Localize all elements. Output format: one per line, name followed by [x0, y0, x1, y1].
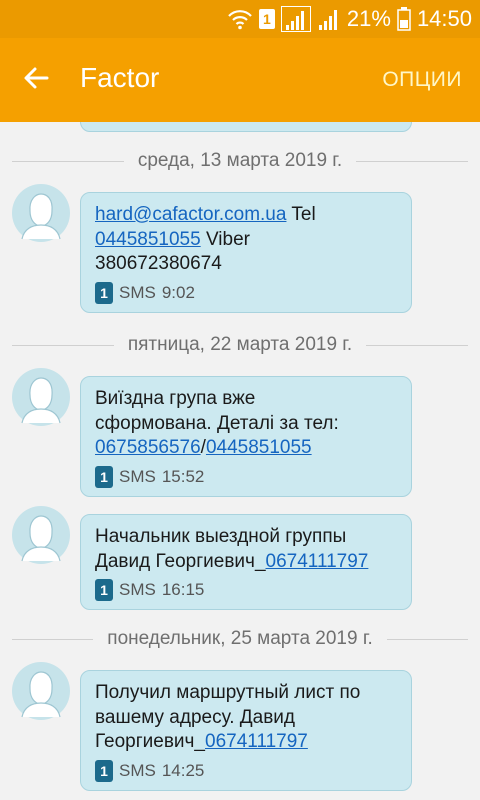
message-text: Начальник выездной группы Давид Георгиев…	[95, 525, 399, 574]
date-label: пятница, 22 марта 2019 г.	[127, 334, 353, 355]
message-text-segment: 380672380674	[95, 253, 222, 274]
signal-icon	[317, 7, 341, 31]
back-button[interactable]	[18, 62, 54, 98]
sim-icon: 1	[95, 579, 113, 601]
message-bubble[interactable]: Начальник выездной группы Давид Георгиев…	[80, 514, 412, 610]
message-text: Виїздна група вже сформована. Деталі за …	[95, 387, 399, 461]
wifi-icon	[227, 8, 253, 30]
message-text-segment: Георгиевич_	[95, 731, 206, 752]
date-separator: среда, 13 марта 2019 г.	[12, 146, 469, 176]
arrow-left-icon	[21, 63, 51, 98]
message-time: 15:52	[161, 466, 205, 486]
message-text-segment: Получил маршрутный лист по	[95, 682, 361, 703]
message-bubble-partial[interactable]	[80, 122, 412, 132]
avatar[interactable]	[12, 662, 70, 720]
message-bubble[interactable]: Получил маршрутный лист по вашему адресу…	[80, 670, 412, 791]
date-label: понедельник, 25 марта 2019 г.	[107, 628, 373, 649]
app-bar: Factor ОПЦИИ	[0, 38, 480, 122]
message-meta: 1 SMS 9:02	[95, 281, 399, 304]
message-text-segment: Viber	[200, 228, 250, 250]
message-meta: 1 SMS 16:15	[95, 579, 399, 601]
message-time: 14:25	[161, 760, 205, 780]
message-meta: 1 SMS 15:52	[95, 465, 399, 488]
sim-icon: 1	[95, 759, 113, 782]
message-text-segment: Давид Георгиевич_	[95, 550, 266, 572]
message-bubble[interactable]: Виїздна група вже сформована. Деталі за …	[80, 376, 412, 497]
message-time: 9:02	[161, 282, 195, 302]
phone-link[interactable]: 0445851055	[95, 229, 201, 250]
date-separator: понедельник, 25 марта 2019 г.	[12, 624, 469, 654]
email-link[interactable]: hard@cafactor.com.ua	[95, 204, 286, 225]
message-text: Получил маршрутный лист по вашему адресу…	[95, 681, 399, 755]
message-type: SMS	[119, 282, 156, 302]
message-text-segment: Tel	[286, 204, 316, 225]
status-time: 14:50	[416, 6, 472, 31]
battery-icon	[397, 7, 411, 31]
options-button[interactable]: ОПЦИИ	[382, 68, 462, 92]
message-text-segment: Виїздна група вже	[95, 388, 256, 409]
sim-icon: 1	[258, 9, 275, 29]
signal-icon	[280, 6, 311, 32]
conversation-list[interactable]: среда, 13 марта 2019 г. hard@cafactor.co…	[0, 122, 480, 800]
avatar[interactable]	[12, 368, 70, 426]
message-meta: 1 SMS 14:25	[95, 759, 399, 782]
message-type: SMS	[119, 760, 156, 780]
message-type: SMS	[119, 466, 156, 486]
date-label: среда, 13 марта 2019 г.	[137, 150, 343, 171]
avatar[interactable]	[12, 506, 70, 564]
message-text: hard@cafactor.com.ua Tel 0445851055 Vibe…	[95, 203, 399, 277]
message-text-segment: сформована. Деталі за тел:	[95, 412, 339, 434]
message-bubble[interactable]: hard@cafactor.com.ua Tel 0445851055 Vibe…	[80, 192, 412, 313]
message-type: SMS	[119, 580, 156, 599]
phone-link[interactable]: 0445851055	[206, 437, 312, 458]
avatar[interactable]	[12, 184, 70, 242]
sim-icon: 1	[95, 281, 113, 304]
message-time: 16:15	[161, 580, 205, 599]
message-text-segment: Начальник выездной группы	[95, 526, 347, 547]
status-icons: 1 21% 14:50	[227, 0, 472, 38]
conversation-title: Factor	[80, 62, 160, 93]
date-separator: пятница, 22 марта 2019 г.	[12, 330, 469, 360]
phone-link[interactable]: 0674111797	[205, 731, 308, 752]
sim-icon: 1	[95, 465, 113, 488]
status-bar: 1 21% 14:50	[0, 0, 480, 38]
phone-link[interactable]: 0674111797	[266, 551, 369, 572]
phone-link[interactable]: 0675856576	[95, 437, 201, 458]
message-text-segment: вашему адресу. Давид	[95, 706, 295, 728]
battery-percent: 21%	[346, 6, 391, 31]
